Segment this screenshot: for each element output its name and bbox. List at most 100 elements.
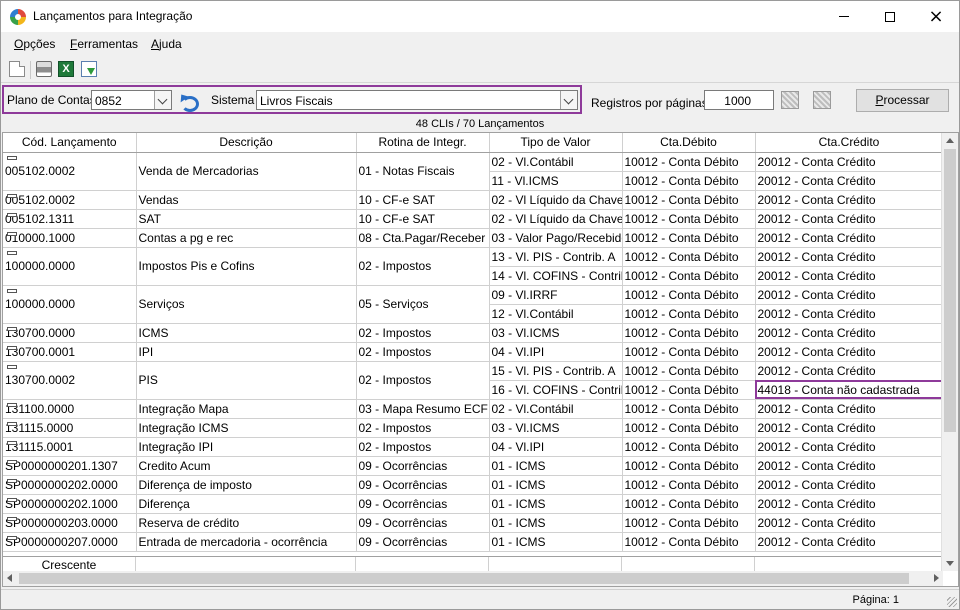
col-header-rotina[interactable]: Rotina de Integr. <box>356 133 490 153</box>
page-prev-icon[interactable] <box>781 91 799 109</box>
cell-cta-credito[interactable]: 20012 - Conta Crédito <box>755 494 944 514</box>
cell-descricao[interactable]: Impostos Pis e Cofins <box>136 247 357 286</box>
cell-cta-debito[interactable]: 10012 - Conta Débito <box>622 247 756 267</box>
cell-codigo[interactable]: 130700.0001 <box>3 342 137 362</box>
table-row[interactable]: SP0000000203.0000 Reserva de crédito 09 - … <box>3 513 944 533</box>
cell-codigo[interactable]: 131100.0000 <box>3 399 137 419</box>
cell-descricao[interactable]: Credito Acum <box>136 456 357 476</box>
cell-rotina[interactable]: 02 - Impostos <box>356 342 490 362</box>
cell-tipo-valor[interactable]: 02 - Vl.Contábil <box>489 152 623 172</box>
cell-cta-credito[interactable]: 20012 - Conta Crédito <box>755 228 944 248</box>
cell-cta-debito[interactable]: 10012 - Conta Débito <box>622 209 756 229</box>
cell-tipo-valor[interactable]: 04 - Vl.IPI <box>489 437 623 457</box>
menu-ferramentas[interactable]: Ferramentas <box>70 37 138 51</box>
maximize-button[interactable] <box>867 1 913 32</box>
cell-descricao[interactable]: IPI <box>136 342 357 362</box>
cell-cta-credito[interactable]: 20012 - Conta Crédito <box>755 171 944 191</box>
cell-descricao[interactable]: PIS <box>136 361 357 400</box>
chevron-down-icon[interactable] <box>154 91 171 109</box>
cell-rotina[interactable]: 09 - Ocorrências <box>356 456 490 476</box>
cell-tipo-valor[interactable]: 16 - Vl. COFINS - Contrib <box>489 380 623 400</box>
page-next-icon[interactable] <box>813 91 831 109</box>
table-row[interactable]: 010000.1000 Contas a pg e rec 08 - Cta.Pag… <box>3 228 944 248</box>
cell-cta-debito[interactable]: 10012 - Conta Débito <box>622 380 756 400</box>
cell-tipo-valor[interactable]: 09 - Vl.IRRF <box>489 285 623 305</box>
col-header-cta-credito[interactable]: Cta.Crédito <box>755 133 944 153</box>
registros-input[interactable]: 1000 <box>704 90 774 110</box>
cell-tipo-valor[interactable]: 14 - Vl. COFINS - Contrib <box>489 266 623 286</box>
cell-codigo[interactable]: 131115.0001 <box>3 437 137 457</box>
cell-descricao[interactable]: ICMS <box>136 323 357 343</box>
col-header-descricao[interactable]: Descrição <box>136 133 357 153</box>
table-row[interactable]: 100000.0000 Impostos Pis e Cofins 02 - Imp… <box>3 247 944 286</box>
cell-tipo-valor[interactable]: 02 - Vl Líquido da Chave <box>489 190 623 210</box>
cell-cta-debito[interactable]: 10012 - Conta Débito <box>622 513 756 533</box>
row-expand-icon[interactable] <box>7 345 17 350</box>
menu-opcoes[interactable]: Opções <box>14 37 55 51</box>
cell-rotina[interactable]: 10 - CF-e SAT <box>356 190 490 210</box>
row-expand-icon[interactable] <box>7 231 17 236</box>
row-expand-icon[interactable] <box>7 421 17 426</box>
cell-rotina[interactable]: 10 - CF-e SAT <box>356 209 490 229</box>
cell-descricao[interactable]: Integração IPI <box>136 437 357 457</box>
cell-tipo-valor[interactable]: 01 - ICMS <box>489 475 623 495</box>
table-row[interactable]: SP0000000207.0000 Entrada de mercadoria -… <box>3 532 944 552</box>
row-expand-icon[interactable] <box>7 326 17 331</box>
plano-contas-combo[interactable]: 0852 <box>91 90 172 110</box>
cell-descricao[interactable]: Integração Mapa <box>136 399 357 419</box>
cell-codigo[interactable]: SP0000000201.1307 <box>3 456 137 476</box>
cell-cta-credito[interactable]: 20012 - Conta Crédito <box>755 266 944 286</box>
cell-descricao[interactable]: Contas a pg e rec <box>136 228 357 248</box>
scroll-up-icon[interactable] <box>946 138 954 143</box>
cell-cta-credito[interactable]: 20012 - Conta Crédito <box>755 209 944 229</box>
table-row[interactable]: 005102.0002 Vendas 10 - CF-e SAT 02 - Vl Lí… <box>3 190 944 210</box>
cell-descricao[interactable]: Venda de Mercadorias <box>136 152 357 191</box>
cell-descricao[interactable]: Reserva de crédito <box>136 513 357 533</box>
cell-cta-credito[interactable]: 20012 - Conta Crédito <box>755 304 944 324</box>
horizontal-scroll-thumb[interactable] <box>19 573 909 584</box>
cell-codigo[interactable]: 005102.1311 <box>3 209 137 229</box>
close-button[interactable]: × <box>913 1 959 32</box>
cell-cta-credito[interactable]: 20012 - Conta Crédito <box>755 456 944 476</box>
cell-codigo[interactable]: SP0000000207.0000 <box>3 532 137 552</box>
cell-cta-debito[interactable]: 10012 - Conta Débito <box>622 342 756 362</box>
cell-cta-debito[interactable]: 10012 - Conta Débito <box>622 437 756 457</box>
cell-descricao[interactable]: Serviços <box>136 285 357 324</box>
scroll-down-icon[interactable] <box>946 561 954 566</box>
scroll-left-icon[interactable] <box>7 574 12 582</box>
row-expand-icon[interactable] <box>7 459 17 464</box>
resize-grip-icon[interactable] <box>947 597 957 607</box>
cell-codigo[interactable]: 100000.0000 <box>3 285 137 324</box>
row-expand-icon[interactable] <box>7 535 17 540</box>
cell-cta-debito[interactable]: 10012 - Conta Débito <box>622 494 756 514</box>
cell-rotina[interactable]: 09 - Ocorrências <box>356 532 490 552</box>
cell-cta-credito[interactable]: 20012 - Conta Crédito <box>755 532 944 552</box>
vertical-scroll-thumb[interactable] <box>944 149 956 432</box>
cell-tipo-valor[interactable]: 03 - Vl.ICMS <box>489 323 623 343</box>
table-row[interactable]: 131115.0001 Integração IPI 02 - Impostos 04… <box>3 437 944 457</box>
cell-descricao[interactable]: Vendas <box>136 190 357 210</box>
cell-cta-credito[interactable]: 20012 - Conta Crédito <box>755 247 944 267</box>
menu-ajuda[interactable]: Ajuda <box>151 37 182 51</box>
row-expand-icon[interactable] <box>7 516 17 521</box>
row-expand-icon[interactable] <box>7 250 17 255</box>
minimize-button[interactable] <box>821 1 867 32</box>
row-expand-icon[interactable] <box>7 288 17 293</box>
cell-codigo[interactable]: 005102.0002 <box>3 190 137 210</box>
vertical-scrollbar[interactable] <box>941 133 958 571</box>
cell-tipo-valor[interactable]: 13 - Vl. PIS - Contrib. A <box>489 247 623 267</box>
print-icon[interactable] <box>36 61 52 77</box>
row-expand-icon[interactable] <box>7 440 17 445</box>
cell-cta-debito[interactable]: 10012 - Conta Débito <box>622 228 756 248</box>
scroll-right-icon[interactable] <box>934 574 939 582</box>
cell-tipo-valor[interactable]: 01 - ICMS <box>489 513 623 533</box>
cell-cta-credito[interactable]: 20012 - Conta Crédito <box>755 437 944 457</box>
cell-descricao[interactable]: SAT <box>136 209 357 229</box>
cell-codigo[interactable]: 010000.1000 <box>3 228 137 248</box>
cell-codigo[interactable]: 131115.0000 <box>3 418 137 438</box>
cell-tipo-valor[interactable]: 12 - Vl.Contábil <box>489 304 623 324</box>
cell-cta-debito[interactable]: 10012 - Conta Débito <box>622 532 756 552</box>
cell-codigo[interactable]: SP0000000203.0000 <box>3 513 137 533</box>
export-download-icon[interactable] <box>81 61 97 77</box>
cell-rotina[interactable]: 02 - Impostos <box>356 418 490 438</box>
